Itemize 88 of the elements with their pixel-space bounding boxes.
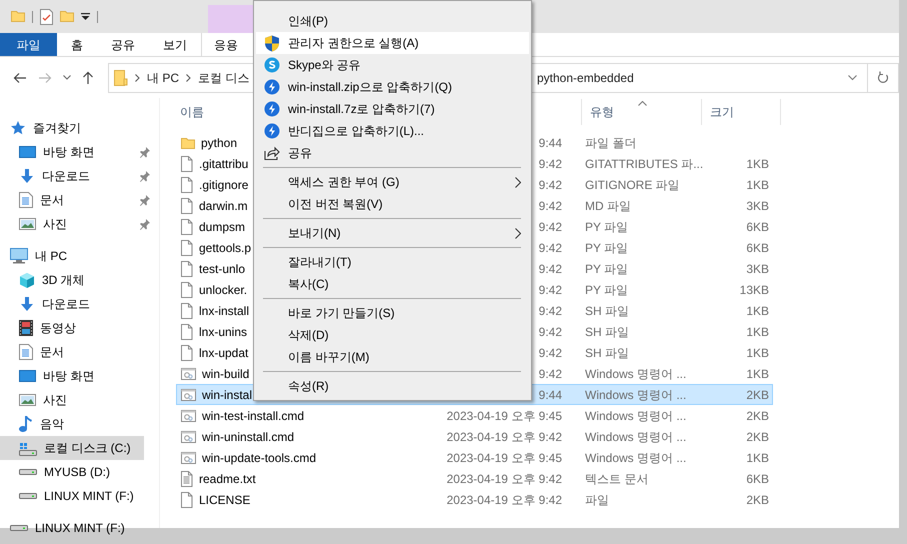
date-cell: 2023-04-19 오후 9:42 <box>446 492 562 506</box>
file-name: gettools.p <box>199 240 252 256</box>
size-cell: 6KB <box>746 240 769 254</box>
date-cell: 9:42 <box>538 346 562 360</box>
type-cell: SH 파일 <box>585 346 630 360</box>
file-name: lnx-unins <box>199 324 248 340</box>
file-name: python <box>201 134 238 152</box>
file-name: lnx-updat <box>199 344 248 362</box>
size-cell: 13KB <box>740 282 769 296</box>
size-cell: 2KB <box>746 492 769 506</box>
file-name: win-test-install.cmd <box>202 408 304 424</box>
size-cell: 1KB <box>746 450 769 464</box>
type-cell: Windows 명령어 ... <box>585 450 686 464</box>
file-name: test-unlo <box>199 260 246 278</box>
nav-label: 문서 <box>40 344 65 361</box>
nav-label: LINUX MINT (F:) <box>35 520 126 537</box>
size-cell: 2KB <box>746 430 769 444</box>
file-name: readme.txt <box>199 470 256 488</box>
nav-label: 바탕 화면 <box>43 368 96 385</box>
type-cell: Windows 명령어 ... <box>585 388 686 402</box>
type-cell: Windows 명령어 ... <box>585 430 686 444</box>
type-cell: PY 파일 <box>585 262 628 276</box>
type-cell: PY 파일 <box>585 240 628 254</box>
type-cell: SH 파일 <box>585 304 630 318</box>
date-cell: 2023-04-19 오후 9:42 <box>446 472 562 486</box>
file-name: lnx-install <box>199 302 250 320</box>
size-cell: 1KB <box>746 346 769 360</box>
file-name: win-uninstall.cmd <box>202 428 294 446</box>
size-cell: 3KB <box>746 198 769 212</box>
date-cell: 2023-04-19 오후 9:45 <box>446 408 562 422</box>
date-cell: 9:42 <box>538 198 562 212</box>
nav-label: 문서 <box>40 192 65 209</box>
date-cell: 9:42 <box>538 240 562 254</box>
date-cell: 9:42 <box>538 178 562 192</box>
type-cell: SH 파일 <box>585 324 630 338</box>
size-cell: 1KB <box>746 304 769 318</box>
nav-label: 바탕 화면 <box>43 144 96 161</box>
nav-label: 다운로드 <box>42 168 91 185</box>
size-cell: 6KB <box>746 472 769 486</box>
nav-label: 사진 <box>43 392 68 409</box>
date-cell: 9:44 <box>538 136 562 150</box>
size-cell: 2KB <box>746 408 769 422</box>
nav-label: 다운로드 <box>42 296 91 313</box>
nav-label: 내 PC <box>35 248 68 265</box>
file-name: win-instal <box>202 386 252 404</box>
size-cell: 1KB <box>746 156 769 170</box>
nav-label: 즐겨찾기 <box>33 120 82 137</box>
file-name: .gitignore <box>199 176 248 194</box>
size-cell: 1KB <box>746 178 769 192</box>
date-cell: 9:42 <box>538 282 562 296</box>
date-cell: 9:42 <box>538 304 562 318</box>
file-name: dumpsm <box>199 218 246 236</box>
type-cell: MD 파일 <box>585 198 631 212</box>
date-cell: 2023-04-19 오후 9:45 <box>446 450 562 464</box>
type-cell: 파일 <box>585 492 609 506</box>
date-cell: 9:42 <box>538 220 562 234</box>
size-cell: 1KB <box>746 366 769 380</box>
nav-label: 동영상 <box>40 320 77 337</box>
nav-label: 3D 개체 <box>42 272 86 289</box>
type-cell: GITIGNORE 파일 <box>585 178 680 192</box>
type-cell: PY 파일 <box>585 282 628 296</box>
file-name: LICENSE <box>199 492 250 508</box>
type-cell: Windows 명령어 ... <box>585 366 686 380</box>
date-cell: 9:42 <box>538 366 562 380</box>
date-cell: 9:42 <box>538 324 562 338</box>
size-cell: 3KB <box>746 262 769 276</box>
date-cell: 9:42 <box>538 262 562 276</box>
file-name: .gitattribu <box>199 156 248 172</box>
type-cell: GITATTRIBUTES 파... <box>585 156 704 170</box>
type-cell: 텍스트 문서 <box>585 472 648 486</box>
file-name: unlocker. <box>199 282 248 298</box>
type-cell: PY 파일 <box>585 220 628 234</box>
size-cell: 6KB <box>746 220 769 234</box>
nav-label: 음악 <box>40 416 65 433</box>
type-cell: 파일 폴더 <box>585 136 636 150</box>
type-cell: Windows 명령어 ... <box>585 408 686 422</box>
file-name: win-update-tools.cmd <box>202 450 316 466</box>
date-cell: 9:44 <box>538 388 562 402</box>
nav-label: 사진 <box>43 216 68 233</box>
nav-label: 로컬 디스크 (C:) <box>44 440 132 457</box>
size-cell: 1KB <box>746 324 769 338</box>
file-name: win-build <box>202 366 250 382</box>
nav-label: MYUSB (D:) <box>44 464 111 481</box>
file-name: darwin.m <box>199 198 248 214</box>
size-cell: 2KB <box>746 388 769 402</box>
date-cell: 2023-04-19 오후 9:42 <box>446 430 562 444</box>
date-cell: 9:42 <box>538 156 562 170</box>
nav-label: LINUX MINT (F:) <box>44 488 135 505</box>
